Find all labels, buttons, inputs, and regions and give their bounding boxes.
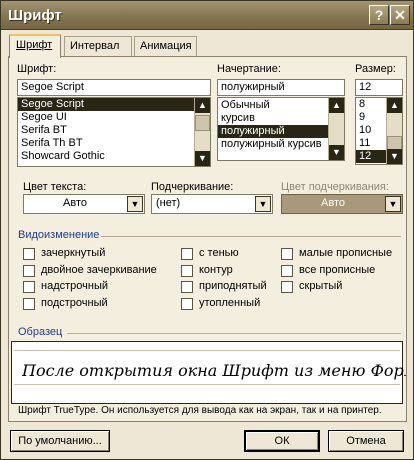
- scroll-up-icon[interactable]: ▲: [329, 98, 344, 113]
- text-color-label: Цвет текста:: [23, 181, 87, 193]
- chevron-down-icon: ▼: [385, 196, 401, 212]
- checkbox-box[interactable]: [281, 281, 293, 293]
- checkbox-box[interactable]: [181, 248, 193, 260]
- tab-spacing[interactable]: Интервал: [64, 36, 132, 56]
- window-title: Шрифт: [8, 7, 62, 24]
- style-list-item[interactable]: Обычный: [218, 99, 344, 112]
- scroll-down-icon[interactable]: ▼: [387, 149, 402, 164]
- tab-spacing-label: Интервал: [70, 40, 120, 52]
- close-icon: ✕: [394, 7, 406, 23]
- checkbox-label: контур: [199, 264, 233, 276]
- font-input[interactable]: Segoe Script: [17, 79, 211, 96]
- underline-label: Подчеркивание:: [151, 181, 234, 193]
- text-color-select[interactable]: Авто ▼: [23, 194, 145, 214]
- font-list-item[interactable]: Serifa Th BT: [18, 137, 210, 150]
- preview-text: После открытия окна Шрифт из меню Формат: [22, 361, 406, 380]
- font-list-item[interactable]: Showcard Gothic: [18, 150, 210, 163]
- tab-animation[interactable]: Анимация: [134, 36, 197, 56]
- help-button[interactable]: ?: [369, 5, 389, 25]
- checkbox-box[interactable]: [281, 248, 293, 260]
- size-list[interactable]: 8 9 10 11 12 ▲ ▼: [355, 97, 403, 165]
- preview-title: Образец: [18, 326, 63, 338]
- effects-title: Видоизменение: [18, 229, 100, 241]
- chevron-down-icon[interactable]: ▼: [255, 196, 271, 212]
- font-info-text: Шрифт TrueType. Он используется для выво…: [18, 405, 382, 416]
- scroll-thumb[interactable]: [387, 136, 402, 150]
- font-dialog: Шрифт ? ✕ Шрифт Интервал Анимация Шрифт:…: [0, 0, 414, 460]
- tab-animation-label: Анимация: [140, 40, 192, 52]
- checkbox-box[interactable]: [23, 248, 35, 260]
- style-list-scrollbar[interactable]: ▲ ▼: [328, 98, 344, 160]
- style-list-item[interactable]: полужирный курсив: [218, 138, 344, 151]
- underline-color-select: Авто ▼: [281, 194, 403, 214]
- font-list[interactable]: Segoe Script Segoe UI Serifa BT Serifa T…: [17, 97, 211, 167]
- size-label: Размер:: [355, 63, 396, 75]
- checkbox-box[interactable]: [181, 265, 193, 277]
- underline-color-label: Цвет подчеркивания:: [281, 181, 389, 193]
- checkbox-label: утопленный: [199, 297, 261, 309]
- preview-divider: [67, 333, 401, 334]
- tab-font-label: Шрифт: [16, 39, 53, 51]
- title-bar[interactable]: Шрифт ? ✕: [1, 1, 413, 30]
- close-button[interactable]: ✕: [390, 5, 410, 25]
- checkbox-label: малые прописные: [299, 247, 393, 259]
- checkbox-label: подстрочный: [41, 297, 108, 309]
- preview-box: После открытия окна Шрифт из меню Формат: [11, 341, 406, 404]
- checkbox-box[interactable]: [23, 281, 35, 293]
- style-list[interactable]: Обычный курсив полужирный полужирный кур…: [217, 97, 345, 161]
- scroll-up-icon[interactable]: ▲: [195, 98, 210, 113]
- style-list-item[interactable]: полужирный: [218, 125, 328, 138]
- underline-select[interactable]: (нет) ▼: [151, 194, 273, 214]
- size-list-item[interactable]: 12: [356, 150, 386, 163]
- font-list-scrollbar[interactable]: ▲ ▼: [194, 98, 210, 166]
- cancel-button[interactable]: Отмена: [328, 430, 404, 452]
- font-list-item[interactable]: Segoe UI: [18, 111, 210, 124]
- text-color-value: Авто: [63, 197, 87, 209]
- size-list-scrollbar[interactable]: ▲ ▼: [386, 98, 402, 164]
- checkbox-box[interactable]: [281, 265, 293, 277]
- scroll-thumb[interactable]: [195, 115, 210, 131]
- style-list-item[interactable]: курсив: [218, 112, 344, 125]
- underline-color-value: Авто: [321, 197, 345, 209]
- checkbox-box[interactable]: [181, 298, 193, 310]
- checkbox-label: двойное зачеркивание: [41, 264, 157, 276]
- font-list-item[interactable]: Serifa BT: [18, 124, 210, 137]
- scroll-down-icon[interactable]: ▼: [195, 151, 210, 166]
- size-input[interactable]: 12: [355, 79, 403, 96]
- checkbox-label: приподнятый: [199, 280, 267, 292]
- question-icon: ?: [374, 7, 384, 23]
- preview-guide-line: [14, 350, 400, 351]
- preview-guide-line: [14, 384, 400, 385]
- font-label: Шрифт:: [17, 63, 57, 75]
- default-button[interactable]: По умолчанию...: [10, 430, 110, 452]
- checkbox-label: зачеркнутый: [41, 247, 106, 259]
- chevron-down-icon[interactable]: ▼: [127, 196, 143, 212]
- checkbox-label: все прописные: [299, 264, 376, 276]
- tab-font[interactable]: Шрифт: [9, 34, 61, 58]
- checkbox-label: скрытый: [299, 280, 343, 292]
- checkbox-box[interactable]: [181, 281, 193, 293]
- underline-value: (нет): [156, 197, 181, 209]
- style-label: Начертание:: [217, 63, 281, 75]
- scroll-down-icon[interactable]: ▼: [329, 145, 344, 160]
- style-input[interactable]: полужирный: [217, 79, 345, 96]
- effects-divider: [101, 236, 401, 237]
- checkbox-label: с тенью: [199, 247, 239, 259]
- font-list-item[interactable]: Segoe Script: [18, 98, 210, 111]
- checkbox-box[interactable]: [23, 265, 35, 277]
- checkbox-label: надстрочный: [41, 280, 108, 292]
- scroll-up-icon[interactable]: ▲: [387, 98, 402, 113]
- checkbox-box[interactable]: [23, 298, 35, 310]
- ok-button[interactable]: ОК: [244, 430, 320, 452]
